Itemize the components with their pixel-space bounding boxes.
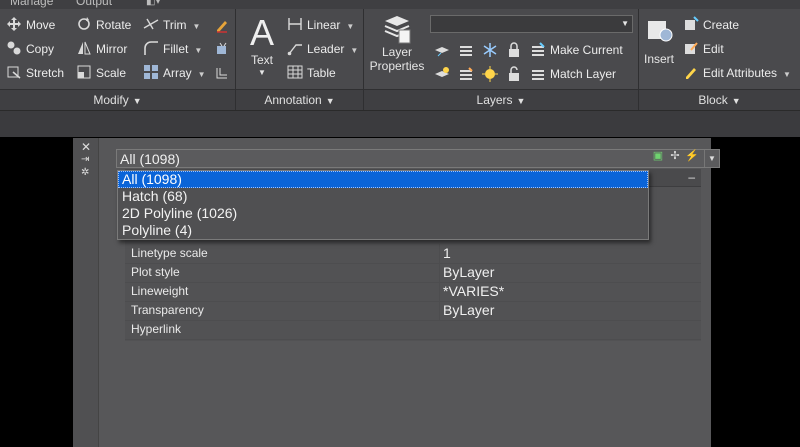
layer-off-icon[interactable] [434,42,450,58]
text-icon: A [249,12,274,53]
create-block-button[interactable]: Create [683,15,739,35]
copy-icon [7,41,21,55]
table-button[interactable]: Table [287,63,336,83]
tab-icon[interactable]: ◧▾ [146,0,160,7]
insert-button[interactable]: Insert [641,15,677,75]
edit-attributes-icon [686,68,696,79]
annotation-panel-footer[interactable]: Annotation ▼ [236,89,363,110]
file-tabs-bar [0,110,800,137]
fillet-button[interactable]: Fillet ▼ [143,39,202,59]
toggle-pickadd-icon[interactable]: ▣ [652,150,664,162]
trim-icon [143,18,159,30]
property-row[interactable]: Hyperlink [125,320,701,340]
property-row[interactable]: Lineweight *VARIES* [125,282,701,302]
make-current-icon [532,42,545,56]
dropdown-option-hatch[interactable]: Hatch (68) [118,188,648,205]
layer-freeze-icon[interactable] [482,42,498,58]
layer-isolate-icon[interactable] [458,42,474,58]
rotate-icon [78,17,90,30]
autohide-icon[interactable]: ⇥ [81,154,89,165]
annotation-expand-icon: ▼ [325,96,335,106]
palette-title-strip[interactable]: ✕ ⇥ ✲ [73,138,99,447]
create-block-icon [685,16,699,30]
array-icon [144,65,158,79]
block-panel-footer[interactable]: Block ▼ [639,89,800,110]
mirror-button[interactable]: Mirror [76,39,127,59]
layer-combo[interactable]: ▼ [430,15,633,33]
ribbon: Move Rotate Trim ▼ Copy Mirror Fillet ▼ St… [0,9,800,110]
trim-dropdown-icon[interactable]: ▼ [193,22,201,31]
stretch-icon [7,66,21,79]
match-layer-icon [532,70,544,80]
modify-panel: Move Rotate Trim ▼ Copy Mirror Fillet ▼ St… [0,9,236,110]
array-button[interactable]: Array ▼ [143,63,206,83]
edit-block-button[interactable]: Edit [683,39,724,59]
select-objects-icon[interactable]: ✢ [669,150,681,162]
trim-button[interactable]: Trim ▼ [143,15,200,35]
leader-dropdown-icon[interactable]: ▼ [350,46,358,55]
annotation-panel: A Text ▼ Linear ▼ Leader ▼ Table Annotatio… [236,9,364,110]
match-layer-button[interactable]: Match Layer [550,64,616,84]
dropdown-option-2d-polyline[interactable]: 2D Polyline (1026) [118,205,648,222]
layer-combo-arrow-icon[interactable]: ▼ [621,16,629,32]
explode-icon[interactable] [214,41,230,57]
layer-lock-icon[interactable] [506,42,522,58]
select-arrow-icon[interactable]: ▼ [704,150,719,167]
table-icon [287,65,303,79]
tab-output[interactable]: Output [76,0,112,8]
fillet-dropdown-icon[interactable]: ▼ [194,46,202,55]
ribbon-tab-strip: Manage Output ◧▾ [0,0,800,9]
property-row[interactable]: Plot style ByLayer [125,263,701,283]
mirror-icon [78,41,91,55]
layer-unlock-icon[interactable] [506,66,522,82]
move-button[interactable]: Move [6,15,55,35]
palette-settings-icon[interactable]: ✲ [81,167,89,178]
fillet-icon [144,41,158,55]
block-editor-icon [685,42,698,54]
block-panel: Insert Create Edit Edit Attributes ▼ Bloc… [639,9,800,110]
scale-icon [77,65,91,79]
erase-icon[interactable] [214,17,230,33]
linear-button[interactable]: Linear ▼ [287,15,354,35]
stretch-button[interactable]: Stretch [6,63,64,83]
layer-thaw-icon[interactable] [482,66,498,82]
rotate-button[interactable]: Rotate [76,15,131,35]
tab-manage[interactable]: Manage [10,0,53,8]
text-button[interactable]: A Text ▼ [242,13,282,85]
modify-expand-icon: ▼ [132,96,142,106]
offset-icon[interactable] [214,65,230,81]
layer-on-icon[interactable] [434,66,450,82]
close-icon[interactable]: ✕ [81,140,91,154]
layers-panel-footer[interactable]: Layers ▼ [364,89,638,110]
edit-attributes-button[interactable]: Edit Attributes ▼ [683,63,791,83]
edit-attributes-dropdown-icon[interactable]: ▼ [783,70,791,79]
linear-dimension-icon [288,18,302,30]
modify-panel-footer[interactable]: Modify ▼ [0,89,235,110]
property-row[interactable]: Linetype scale 1 [125,244,701,264]
dropdown-option-all[interactable]: All (1098) [118,171,648,188]
layers-panel: Layer Properties ▼ Make Current Match La… [364,9,639,110]
text-dropdown-icon: ▼ [258,68,266,77]
object-type-select[interactable]: All (1098) ▼ [116,149,720,168]
leader-button[interactable]: Leader ▼ [287,39,358,59]
object-type-dropdown-list: All (1098) Hatch (68) 2D Polyline (1026)… [117,170,649,240]
dropdown-option-polyline[interactable]: Polyline (4) [118,222,648,239]
property-row[interactable]: Transparency ByLayer [125,301,701,321]
move-icon [7,17,21,31]
copy-button[interactable]: Copy [6,39,54,59]
make-current-button[interactable]: Make Current [550,40,623,60]
layer-properties-button[interactable]: Layer Properties [368,13,426,87]
scale-button[interactable]: Scale [76,63,126,83]
collapse-icon[interactable]: – [688,169,695,186]
leader-icon [287,44,302,56]
layer-unisolate-icon[interactable] [458,66,474,82]
layer-properties-icon [384,16,411,44]
array-dropdown-icon[interactable]: ▼ [198,70,206,79]
insert-block-icon [648,21,673,42]
layers-expand-icon: ▼ [516,96,526,106]
quick-select-icon[interactable]: ⚡ [685,150,699,162]
linear-dropdown-icon[interactable]: ▼ [346,22,354,31]
block-expand-icon: ▼ [731,96,741,106]
